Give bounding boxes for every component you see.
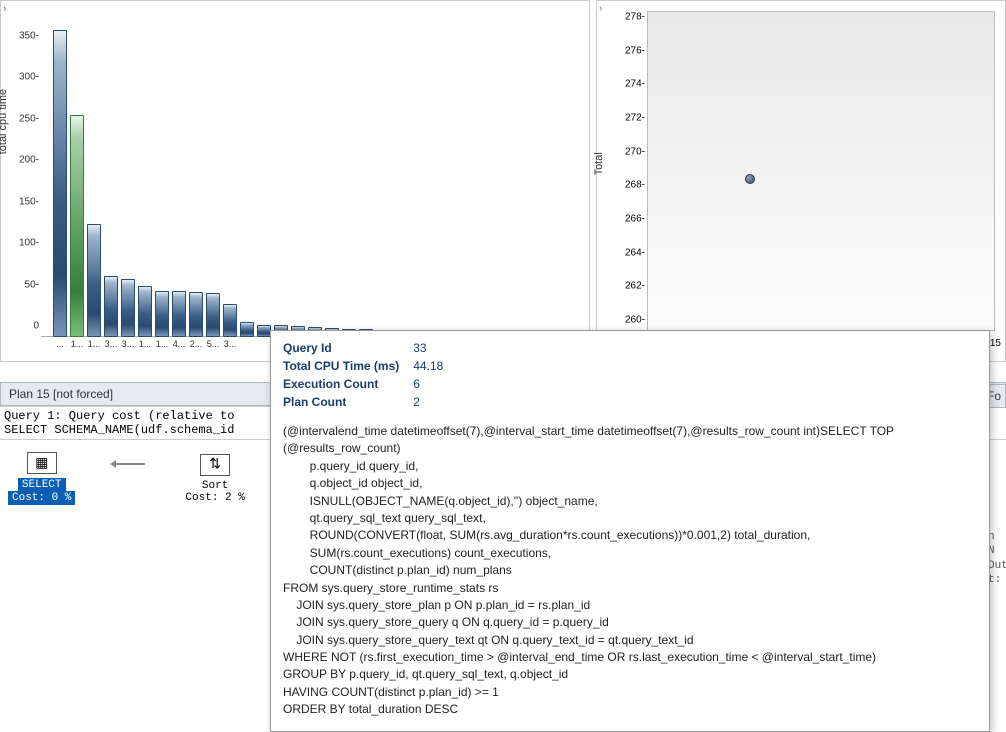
y-axis-ticks: 050-100-150-200-250-300-350-400- — [13, 5, 39, 337]
bar[interactable]: ... — [53, 30, 67, 337]
bar[interactable]: 3... — [223, 304, 237, 337]
bar[interactable]: 1... — [138, 286, 152, 337]
bar[interactable]: 1... — [70, 115, 84, 337]
plan-node-sort[interactable]: ⇅ Sort Cost: 2 % — [185, 454, 244, 504]
plan-scatter-chart[interactable]: › Total 260-262-264-266-268-270-272-274-… — [596, 0, 1006, 362]
bar[interactable] — [240, 322, 254, 337]
expand-icon[interactable]: › — [3, 3, 6, 14]
bar-series[interactable]: ...1...1...3...3...1...1...4...2...5...3… — [41, 5, 581, 337]
bar[interactable] — [257, 325, 271, 337]
bar[interactable]: 1... — [87, 224, 101, 337]
plan-node-select[interactable]: ▦ SELECT Cost: 0 % — [8, 452, 75, 505]
query-detail-tooltip: Query Id33 Total CPU Time (ms)44.18 Exec… — [270, 330, 990, 732]
right-edge-fragment: n N Out t: — [988, 380, 1006, 587]
scatter-point[interactable] — [745, 174, 755, 184]
y-axis-label: Total — [593, 152, 605, 175]
top-queries-bar-chart[interactable]: › total cpu time 050-100-150-200-250-300… — [0, 0, 590, 362]
plan-arrow-icon — [115, 463, 145, 465]
tooltip-sql-text: (@intervalend_time datetimeoffset(7),@in… — [283, 423, 977, 719]
y-axis-ticks: 260-262-264-266-268-270-272-274-276-278- — [617, 11, 645, 331]
table-icon: ▦ — [27, 452, 57, 474]
scatter-area — [647, 11, 995, 331]
bar[interactable]: 1... — [155, 291, 169, 337]
bar[interactable]: 2... — [189, 292, 203, 337]
bar[interactable]: 4... — [172, 291, 186, 337]
bar[interactable]: 5... — [206, 293, 220, 337]
y-axis-label: total cpu time — [0, 89, 9, 154]
bar[interactable]: 3... — [104, 276, 118, 337]
sort-icon: ⇅ — [200, 454, 230, 476]
expand-icon[interactable]: › — [599, 3, 602, 14]
bar[interactable]: 3... — [121, 279, 135, 337]
tooltip-summary-table: Query Id33 Total CPU Time (ms)44.18 Exec… — [283, 339, 457, 411]
